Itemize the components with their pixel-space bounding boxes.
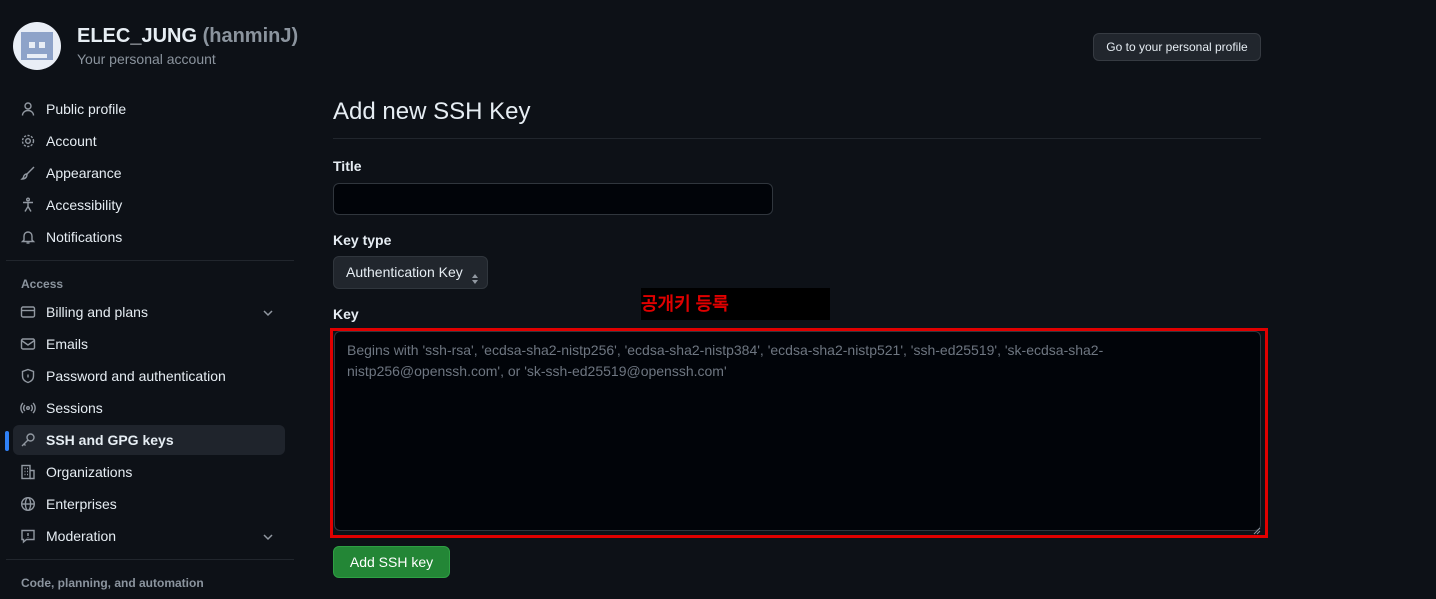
sidebar-item-emails[interactable]: Emails: [6, 329, 294, 359]
key-icon: [20, 432, 36, 448]
sidebar-heading-code: Code, planning, and automation: [21, 576, 204, 590]
sidebar-item-label: Notifications: [46, 229, 123, 245]
sidebar-item-notifications[interactable]: Notifications: [6, 222, 294, 252]
sidebar-item-accessibility[interactable]: Accessibility: [6, 190, 294, 220]
key-label: Key: [333, 306, 359, 322]
sidebar-divider: [6, 260, 294, 261]
sidebar-item-label: Billing and plans: [46, 304, 148, 320]
organization-icon: [20, 464, 36, 480]
sidebar-item-label: Accessibility: [46, 197, 123, 213]
chevron-down-icon[interactable]: [260, 305, 276, 321]
account-name[interactable]: ELEC_JUNG (hanminJ): [77, 25, 298, 48]
account-username: ELEC_JUNG: [77, 25, 198, 47]
sidebar-item-password[interactable]: Password and authentication: [6, 361, 294, 391]
sidebar-item-account[interactable]: Account: [6, 126, 294, 156]
bell-icon: [20, 229, 36, 245]
sidebar-item-ssh-gpg-keys[interactable]: SSH and GPG keys: [5, 425, 285, 455]
sidebar-item-moderation[interactable]: Moderation: [6, 521, 294, 551]
sidebar-item-label: Public profile: [46, 101, 127, 117]
settings-sidebar: Public profile Account Appearance Access…: [5, 94, 294, 596]
globe-icon: [20, 496, 36, 512]
paintbrush-icon: [20, 165, 36, 181]
title-divider: [333, 138, 1261, 139]
sidebar-item-appearance[interactable]: Appearance: [6, 158, 294, 188]
title-label: Title: [333, 158, 362, 174]
sidebar-item-label: Sessions: [46, 400, 103, 416]
sidebar-item-label: Emails: [46, 336, 89, 352]
credit-card-icon: [20, 304, 36, 320]
annotation-text: 공개키 등록: [641, 294, 729, 314]
sidebar-item-organizations[interactable]: Organizations: [6, 457, 294, 487]
annotation-box: 공개키 등록: [641, 288, 830, 320]
select-arrows-icon: [471, 266, 479, 284]
key-type-label: Key type: [333, 232, 392, 248]
report-icon: [20, 528, 36, 544]
account-subtitle: Your personal account: [77, 51, 216, 67]
key-type-value: Authentication Key: [346, 264, 463, 280]
sidebar-item-label: Password and authentication: [46, 368, 226, 384]
key-type-select[interactable]: Authentication Key: [333, 256, 488, 289]
accessibility-icon: [20, 197, 36, 213]
broadcast-icon: [20, 400, 36, 416]
sidebar-item-label: Appearance: [46, 165, 122, 181]
sidebar-divider: [6, 559, 294, 560]
chevron-down-icon[interactable]: [260, 529, 276, 545]
sidebar-item-label: SSH and GPG keys: [46, 432, 174, 448]
highlight-box: [330, 328, 1268, 538]
sidebar-item-enterprises[interactable]: Enterprises: [6, 489, 294, 519]
sidebar-item-label: Organizations: [46, 464, 133, 480]
sidebar-item-label: Account: [46, 133, 97, 149]
add-ssh-key-button[interactable]: Add SSH key: [333, 546, 450, 578]
page-title: Add new SSH Key: [333, 98, 531, 125]
account-handle: (hanminJ): [202, 25, 299, 47]
avatar[interactable]: [13, 22, 61, 70]
sidebar-item-label: Moderation: [46, 528, 117, 544]
person-icon: [20, 101, 36, 117]
title-input[interactable]: [333, 183, 773, 215]
shield-lock-icon: [20, 368, 36, 384]
sidebar-item-public-profile[interactable]: Public profile: [6, 94, 294, 124]
sidebar-item-billing[interactable]: Billing and plans: [6, 297, 294, 327]
go-to-profile-button[interactable]: Go to your personal profile: [1093, 33, 1261, 61]
active-indicator: [5, 431, 9, 451]
mail-icon: [20, 336, 36, 352]
gear-icon: [20, 133, 36, 149]
sidebar-item-label: Enterprises: [46, 496, 117, 512]
sidebar-item-sessions[interactable]: Sessions: [6, 393, 294, 423]
sidebar-heading-access: Access: [21, 277, 64, 291]
